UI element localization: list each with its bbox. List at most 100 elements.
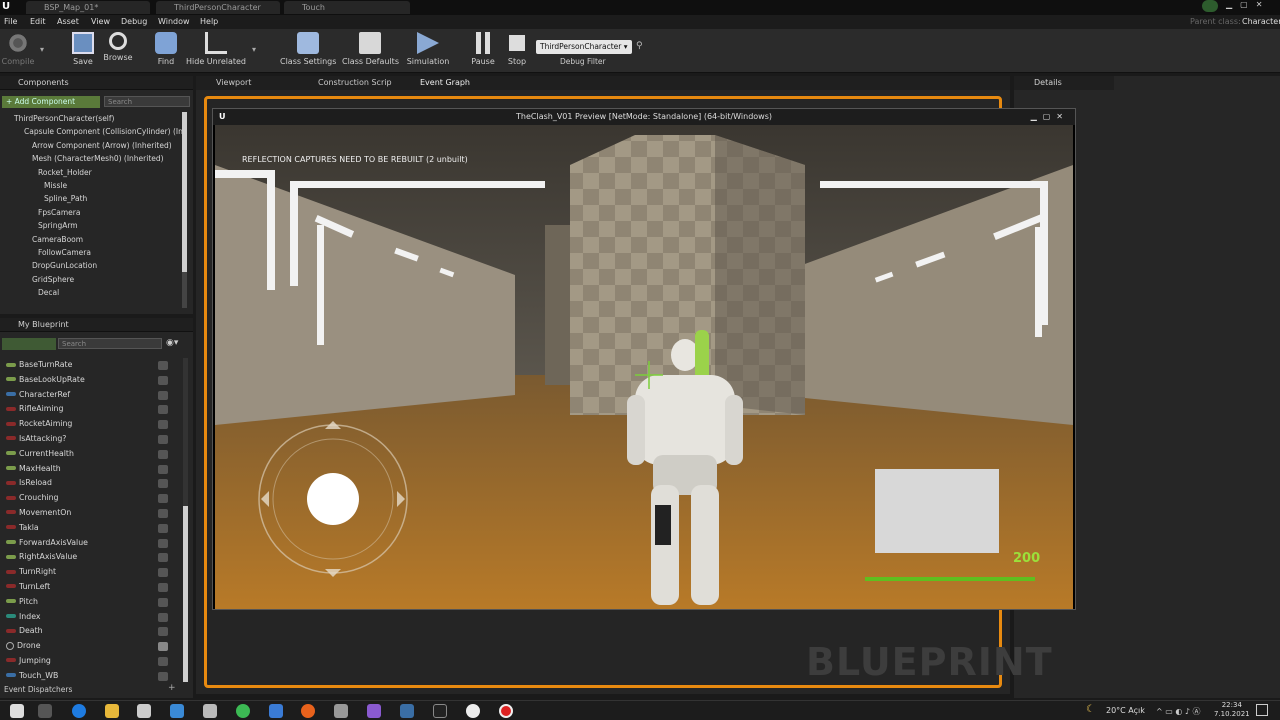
debug-object-select[interactable]: ThirdPersonCharacter ▾ (536, 40, 632, 54)
eye-closed-icon[interactable] (158, 553, 168, 563)
tree-item[interactable]: CameraBoom (0, 233, 182, 246)
hide-unrelated-button[interactable]: Hide Unrelated (186, 32, 246, 66)
eye-closed-icon[interactable] (158, 464, 168, 474)
debug-search-icon[interactable]: ⚲ (636, 41, 643, 51)
tab-touch[interactable]: Touch (284, 1, 410, 14)
eye-closed-icon[interactable] (158, 434, 168, 444)
mail-icon[interactable] (170, 704, 184, 718)
variable-item[interactable]: CharacterRef (0, 388, 182, 403)
eye-closed-icon[interactable] (158, 508, 168, 518)
tree-item[interactable]: GridSphere (0, 273, 182, 286)
tree-item[interactable]: Rocket_Holder (0, 166, 182, 179)
event-dispatchers-header[interactable]: Event Dispatchers (4, 685, 72, 694)
chrome-icon[interactable] (236, 704, 250, 718)
eye-closed-icon[interactable] (158, 523, 168, 533)
add-new-button[interactable] (2, 338, 56, 350)
unreal-engine-icon[interactable] (466, 704, 480, 718)
variable-item[interactable]: ForwardAxisValue (0, 536, 182, 551)
app-icon[interactable] (269, 704, 283, 718)
tree-item[interactable]: DropGunLocation (0, 259, 182, 272)
eye-closed-icon[interactable] (158, 656, 168, 666)
window-controls[interactable]: ▁▢✕ (1031, 109, 1069, 125)
eye-closed-icon[interactable] (158, 375, 168, 385)
class-defaults-button[interactable]: Class Defaults (342, 32, 399, 66)
variable-item[interactable]: Jumping (0, 654, 182, 669)
game-preview-window[interactable]: U TheClash_V01 Preview [NetMode: Standal… (212, 108, 1076, 610)
blueprint-scrollbar[interactable] (183, 358, 188, 682)
variable-item[interactable]: BaseTurnRate (0, 358, 182, 373)
variable-item[interactable]: MaxHealth (0, 462, 182, 477)
tree-item[interactable]: SpringArm (0, 219, 182, 232)
tree-item[interactable]: FpsCamera (0, 206, 182, 219)
add-dispatcher-icon[interactable]: + (168, 683, 176, 693)
tree-item[interactable]: FollowCamera (0, 246, 182, 259)
variable-item[interactable]: TurnLeft (0, 580, 182, 595)
eye-closed-icon[interactable] (158, 449, 168, 459)
variable-item[interactable]: Takla (0, 521, 182, 536)
app-icon[interactable] (400, 704, 414, 718)
variable-item[interactable]: Pitch (0, 595, 182, 610)
eye-closed-icon[interactable] (158, 627, 168, 637)
menu-window[interactable]: Window (158, 15, 190, 29)
tree-item[interactable]: Spline_Path (0, 192, 182, 205)
variable-item[interactable]: Index (0, 610, 182, 625)
tab-details[interactable]: Details (1014, 76, 1114, 90)
variable-item[interactable]: RocketAiming (0, 417, 182, 432)
variable-item[interactable]: BaseLookUpRate (0, 373, 182, 388)
variable-item[interactable]: MovementOn (0, 506, 182, 521)
tab-viewport[interactable]: Viewport (202, 76, 251, 90)
game-viewport[interactable]: REFLECTION CAPTURES NEED TO BE REBUILT (… (215, 125, 1073, 609)
components-scrollbar[interactable] (182, 112, 187, 308)
blueprint-search-input[interactable]: Search (58, 338, 162, 349)
eye-closed-icon[interactable] (158, 494, 168, 504)
menu-debug[interactable]: Debug (121, 15, 147, 29)
store-icon[interactable] (137, 704, 151, 718)
eye-closed-icon[interactable] (158, 361, 168, 370)
menu-file[interactable]: File (4, 15, 17, 29)
add-component-button[interactable]: + Add Component (2, 96, 100, 108)
tree-item[interactable]: Decal (0, 286, 182, 299)
task-view-icon[interactable] (38, 704, 52, 718)
eye-closed-icon[interactable] (158, 390, 168, 400)
eye-open-icon[interactable] (158, 642, 168, 652)
variable-item[interactable]: IsReload (0, 476, 182, 491)
scrollbar-thumb[interactable] (182, 112, 187, 272)
eye-closed-icon[interactable] (158, 612, 168, 622)
fire-button[interactable] (875, 469, 999, 553)
variable-item[interactable]: Touch_WB (0, 669, 182, 682)
menu-edit[interactable]: Edit (30, 15, 46, 29)
eye-closed-icon[interactable] (158, 597, 168, 607)
tree-item[interactable]: Arrow Component (Arrow) (Inherited) (0, 139, 182, 152)
start-icon[interactable] (10, 704, 24, 718)
compile-dropdown-icon[interactable]: ▾ (40, 45, 44, 54)
eye-closed-icon[interactable] (158, 405, 168, 415)
eye-closed-icon[interactable] (158, 538, 168, 548)
app-icon[interactable] (203, 704, 217, 718)
menu-view[interactable]: View (91, 15, 110, 29)
tab-construction-script[interactable]: Construction Scrip (304, 76, 392, 90)
parent-class-value[interactable]: Character (1242, 15, 1280, 29)
clock[interactable]: 22:34 7.10.2021 (1214, 701, 1250, 719)
variable-item[interactable]: Death (0, 624, 182, 639)
class-settings-button[interactable]: Class Settings (280, 32, 336, 66)
tab-event-graph[interactable]: Event Graph (404, 76, 470, 90)
visibility-eye-icon[interactable]: ◉▾ (166, 338, 178, 348)
tab-third-person-character[interactable]: ThirdPersonCharacter (156, 1, 280, 14)
hide-unrelated-dropdown-icon[interactable]: ▾ (252, 45, 256, 54)
terminal-icon[interactable] (433, 704, 447, 718)
eye-closed-icon[interactable] (158, 420, 168, 430)
eye-closed-icon[interactable] (158, 582, 168, 592)
tab-bsp-map[interactable]: BSP_Map_01* (26, 1, 150, 14)
variable-item[interactable]: Crouching (0, 491, 182, 506)
tree-item[interactable]: Mesh (CharacterMesh0) (Inherited) (0, 152, 182, 165)
menu-asset[interactable]: Asset (57, 15, 79, 29)
variable-item[interactable]: CurrentHealth (0, 447, 182, 462)
firefox-icon[interactable] (301, 704, 315, 718)
notification-icon[interactable] (1202, 0, 1218, 12)
system-tray-icons[interactable]: ^ ▭ ◐ ♪ Ⓐ (1156, 706, 1201, 717)
eye-closed-icon[interactable] (158, 479, 168, 489)
components-search-input[interactable]: Search (104, 96, 190, 107)
tree-item[interactable]: ThirdPersonCharacter(self) (0, 112, 182, 125)
tree-item[interactable]: Capsule Component (CollisionCylinder) (I… (0, 125, 182, 138)
record-icon[interactable] (499, 704, 513, 718)
